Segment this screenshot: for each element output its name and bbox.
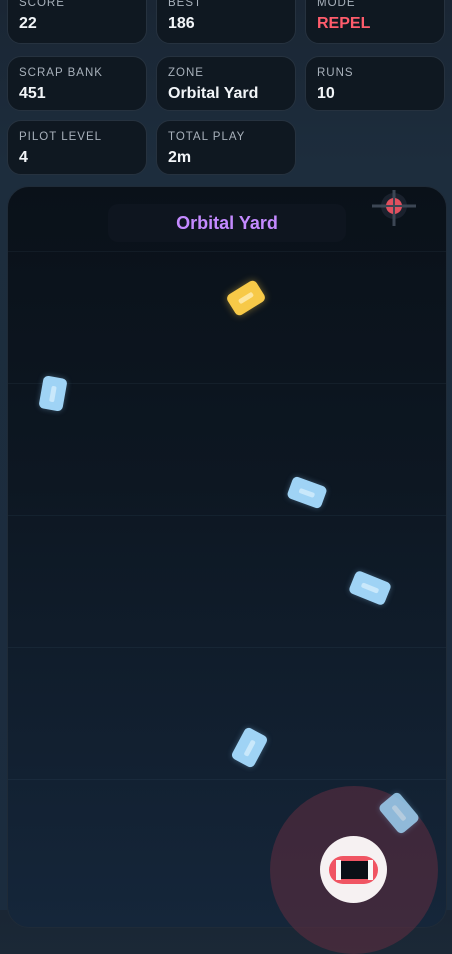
zone-card: ZONE Orbital Yard [156,56,296,111]
scrap-bank-value: 451 [19,85,46,102]
mode-value: REPEL [317,15,371,32]
magnet-ship-icon[interactable] [320,836,387,903]
pilot-level-value: 4 [19,149,28,166]
zone-banner: Orbital Yard [108,204,346,242]
score-value: 22 [19,15,37,32]
runs-card: RUNS 10 [305,56,445,111]
grid-line [8,251,446,252]
scrap-bank-label: SCRAP BANK [19,67,103,79]
zone-title: Orbital Yard [176,212,278,233]
total-play-card: TOTAL PLAY 2m [156,120,296,175]
mine-crosshair-icon[interactable] [372,190,416,226]
scrap-stripe [360,582,380,594]
grid-line [8,383,446,384]
score-label: SCORE [19,0,65,9]
scrap-bank-card: SCRAP BANK 451 [7,56,147,111]
total-play-value: 2m [168,149,192,166]
pilot-level-card: PILOT LEVEL 4 [7,120,147,175]
best-card: BEST 186 [156,0,296,44]
zone-label: ZONE [168,67,204,79]
scrap-stripe [298,487,316,498]
scrap-stripe [49,385,57,402]
scrap-stripe [243,738,256,757]
best-value: 186 [168,15,195,32]
best-label: BEST [168,0,203,9]
scrap-stripe [237,291,255,305]
scrap-stripe [391,804,407,822]
mode-label: MODE [317,0,356,9]
grid-line [8,647,446,648]
pilot-level-label: PILOT LEVEL [19,131,103,143]
runs-value: 10 [317,85,335,102]
mode-card[interactable]: MODE REPEL [305,0,445,44]
total-play-label: TOTAL PLAY [168,131,246,143]
runs-label: RUNS [317,67,354,79]
score-card: SCORE 22 [7,0,147,44]
grid-line [8,779,446,780]
zone-value: Orbital Yard [168,85,259,102]
ship-body [329,856,378,884]
grid-line [8,515,446,516]
